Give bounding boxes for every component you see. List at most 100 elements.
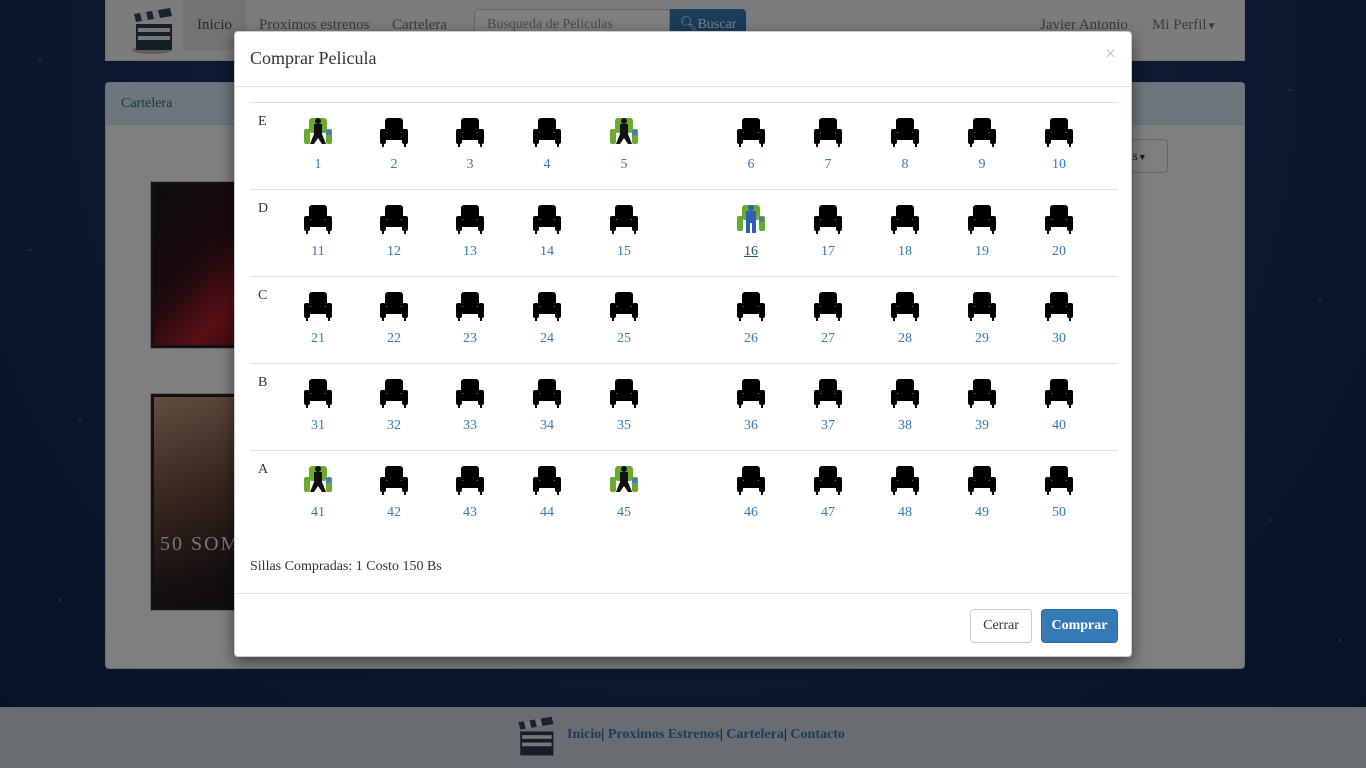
seat[interactable]: 10 [1039,116,1079,173]
seat-number[interactable]: 43 [450,505,490,521]
seat[interactable]: 8 [885,116,925,173]
seat[interactable]: 39 [962,377,1002,434]
seat-number[interactable]: 42 [374,505,414,521]
seat[interactable]: 17 [808,203,848,260]
seat-number[interactable]: 2 [374,157,414,173]
seat[interactable]: 2 [374,116,414,173]
seat[interactable]: 37 [808,377,848,434]
seat[interactable]: 42 [374,464,414,521]
seat-number[interactable]: 29 [962,331,1002,347]
seat-number[interactable]: 35 [604,418,644,434]
seat[interactable]: 4 [527,116,567,173]
seat-number[interactable]: 18 [885,244,925,260]
seat[interactable]: 34 [527,377,567,434]
seat[interactable]: 21 [298,290,338,347]
seat[interactable]: 12 [374,203,414,260]
seat-number[interactable]: 31 [298,418,338,434]
seat[interactable]: 43 [450,464,490,521]
seat-number[interactable]: 16 [731,244,771,260]
seat-number[interactable]: 22 [374,331,414,347]
seat[interactable]: 14 [527,203,567,260]
seat[interactable]: 27 [808,290,848,347]
seat-number[interactable]: 28 [885,331,925,347]
seat[interactable]: 47 [808,464,848,521]
seat-number[interactable]: 5 [604,157,644,173]
seat-number[interactable]: 36 [731,418,771,434]
seat[interactable]: 40 [1039,377,1079,434]
seat-number[interactable]: 38 [885,418,925,434]
seat[interactable]: 28 [885,290,925,347]
seat-number[interactable]: 11 [298,244,338,260]
seat-number[interactable]: 13 [450,244,490,260]
seat-number[interactable]: 40 [1039,418,1079,434]
seat-number[interactable]: 7 [808,157,848,173]
seat-number[interactable]: 48 [885,505,925,521]
seat[interactable]: 24 [527,290,567,347]
seat-number[interactable]: 6 [731,157,771,173]
seat[interactable]: 38 [885,377,925,434]
seat-number[interactable]: 27 [808,331,848,347]
seat[interactable]: 3 [450,116,490,173]
seat-number[interactable]: 26 [731,331,771,347]
seat-number[interactable]: 44 [527,505,567,521]
seat-number[interactable]: 49 [962,505,1002,521]
seat-number[interactable]: 19 [962,244,1002,260]
seat[interactable]: 44 [527,464,567,521]
seat-number[interactable]: 24 [527,331,567,347]
seat[interactable]: 19 [962,203,1002,260]
seat[interactable]: 33 [450,377,490,434]
seat[interactable]: 46 [731,464,771,521]
seat-number[interactable]: 25 [604,331,644,347]
seat-number[interactable]: 39 [962,418,1002,434]
seat-number[interactable]: 45 [604,505,644,521]
seat[interactable]: 48 [885,464,925,521]
seat[interactable]: 50 [1039,464,1079,521]
close-icon[interactable]: × [1105,44,1116,64]
seat[interactable]: 29 [962,290,1002,347]
seat[interactable]: 20 [1039,203,1079,260]
seat[interactable]: 16 [731,203,771,260]
seat-number[interactable]: 12 [374,244,414,260]
seat[interactable]: 22 [374,290,414,347]
seat[interactable]: 30 [1039,290,1079,347]
seat-number[interactable]: 33 [450,418,490,434]
seat-number[interactable]: 4 [527,157,567,173]
seat[interactable]: 18 [885,203,925,260]
seat-number[interactable]: 47 [808,505,848,521]
seat[interactable]: 32 [374,377,414,434]
seat-number[interactable]: 8 [885,157,925,173]
seat[interactable]: 35 [604,377,644,434]
seat-number[interactable]: 30 [1039,331,1079,347]
seat-number[interactable]: 32 [374,418,414,434]
seat-number[interactable]: 46 [731,505,771,521]
close-button[interactable]: Cerrar [970,609,1032,643]
seat[interactable]: 6 [731,116,771,173]
seat[interactable]: 26 [731,290,771,347]
buy-button[interactable]: Comprar [1041,609,1118,643]
seat[interactable]: 15 [604,203,644,260]
seat[interactable]: 25 [604,290,644,347]
seat[interactable]: 31 [298,377,338,434]
seat-number[interactable]: 34 [527,418,567,434]
seat-number[interactable]: 1 [298,157,338,173]
seat[interactable]: 36 [731,377,771,434]
seat-number[interactable]: 20 [1039,244,1079,260]
seat-number[interactable]: 15 [604,244,644,260]
seat-number[interactable]: 23 [450,331,490,347]
seat[interactable]: 11 [298,203,338,260]
seat-number[interactable]: 50 [1039,505,1079,521]
seat[interactable]: 9 [962,116,1002,173]
seat-number[interactable]: 37 [808,418,848,434]
seat-number[interactable]: 17 [808,244,848,260]
seat-number[interactable]: 9 [962,157,1002,173]
seat-number[interactable]: 10 [1039,157,1079,173]
seat[interactable]: 7 [808,116,848,173]
seat-number[interactable]: 41 [298,505,338,521]
seat[interactable]: 49 [962,464,1002,521]
armchair-icon [962,203,1002,235]
seat-number[interactable]: 3 [450,157,490,173]
seat-number[interactable]: 21 [298,331,338,347]
seat-number[interactable]: 14 [527,244,567,260]
seat[interactable]: 13 [450,203,490,260]
seat[interactable]: 23 [450,290,490,347]
